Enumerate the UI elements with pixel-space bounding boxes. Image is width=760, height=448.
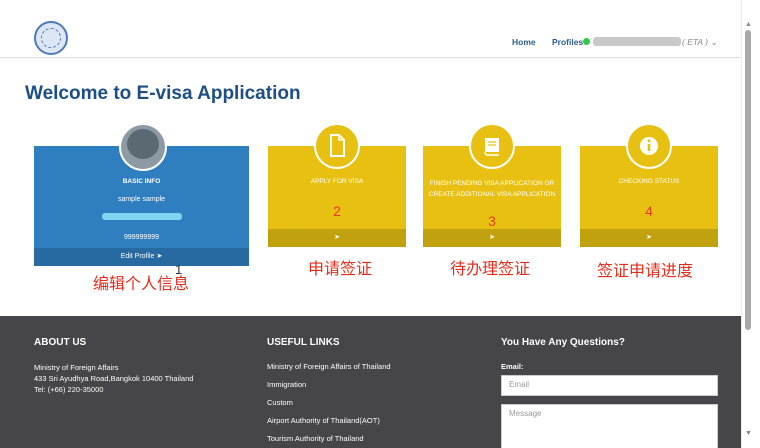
arrow-right-circle-icon: ➤ — [156, 253, 163, 260]
ministry-logo[interactable] — [34, 21, 68, 55]
tree-photo — [127, 129, 159, 159]
arrow-right-circle-icon: ➤ — [489, 234, 495, 241]
seal-icon — [41, 28, 61, 48]
profile-phone: 999999999 — [123, 234, 160, 241]
page-title: Welcome to E-visa Application — [25, 83, 301, 104]
chevron-down-icon[interactable]: ⌄ — [710, 37, 717, 47]
checking-status-circle[interactable] — [626, 123, 672, 169]
footer-link[interactable]: Immigration — [267, 380, 306, 389]
apply-visa-circle[interactable] — [314, 123, 360, 169]
online-status-icon — [583, 38, 590, 45]
annotation-pending-visa: 待办理签证 — [450, 261, 531, 278]
about-line: 433 Sri Ayudhya Road,Bangkok 10400 Thail… — [34, 374, 194, 383]
pending-visa-title: FINISH PENDING VISA APPLICATION OR CREAT… — [428, 180, 556, 198]
nav-home-link[interactable]: Home — [512, 37, 536, 47]
redacted-username[interactable] — [593, 37, 681, 46]
card-number-2: 2 — [333, 203, 341, 219]
useful-links-heading: USEFUL LINKS — [267, 337, 340, 348]
email-label: Email: — [501, 362, 524, 371]
about-us-heading: ABOUT US — [34, 337, 87, 348]
document-icon — [330, 134, 345, 157]
questions-heading: You Have Any Questions? — [501, 337, 625, 348]
scroll-thumb[interactable] — [745, 30, 751, 330]
arrow-right-circle-icon: ➤ — [334, 234, 340, 241]
apply-visa-title: APPLY FOR VISA — [310, 178, 364, 185]
annotation-checking-status: 签证申请进度 — [597, 263, 694, 280]
basic-info-title: BASIC INFO — [122, 178, 161, 185]
arrow-right-circle-icon: ➤ — [646, 234, 652, 241]
annotation-apply-visa: 申请签证 — [308, 261, 373, 278]
scroll-up-icon[interactable]: ▲ — [745, 21, 752, 28]
card-number-4: 4 — [645, 203, 653, 219]
about-line: Ministry of Foreign Affairs — [34, 363, 119, 372]
card-number-3: 3 — [488, 213, 496, 229]
info-icon — [640, 137, 658, 155]
pending-visa-footer[interactable]: ➤ — [423, 229, 561, 247]
page: Home Profiles ( ETA ) ⌄ Welcome to E-vis… — [0, 0, 741, 448]
edit-profile-link[interactable]: Edit Profile ➤ — [34, 248, 249, 266]
top-navbar: Home Profiles ( ETA ) ⌄ — [0, 0, 741, 58]
footer-link[interactable]: Airport Authority of Thailand(AOT) — [267, 416, 380, 425]
checking-status-title: CHECKING STATUS — [618, 178, 680, 185]
apply-visa-footer[interactable]: ➤ — [268, 229, 406, 247]
about-line: Tel: (+66) 220-35000 — [34, 385, 104, 394]
scroll-down-icon[interactable]: ▼ — [745, 430, 752, 437]
pending-visa-circle[interactable] — [469, 123, 515, 169]
footer-link[interactable]: Custom — [267, 398, 293, 407]
annotation-edit-profile: 编辑个人信息 — [93, 276, 190, 293]
redacted-email — [102, 213, 182, 220]
email-input[interactable]: Email — [501, 375, 718, 396]
profile-name: sample sample — [117, 196, 166, 203]
book-icon — [484, 138, 499, 156]
about-us-text: Ministry of Foreign Affairs 433 Sri Ayud… — [34, 362, 193, 395]
user-role-label[interactable]: ( ETA ) ⌄ — [682, 37, 717, 48]
nav-profiles-link[interactable]: Profiles — [552, 37, 583, 47]
vertical-scrollbar[interactable]: ▲ ▼ — [741, 0, 760, 448]
footer-link[interactable]: Tourism Authority of Thailand — [267, 434, 364, 443]
checking-status-footer[interactable]: ➤ — [580, 229, 718, 247]
message-textarea[interactable]: Message — [501, 404, 718, 448]
site-footer: ABOUT US Ministry of Foreign Affairs 433… — [0, 316, 741, 448]
footer-link[interactable]: Ministry of Foreign Affairs of Thailand — [267, 362, 391, 371]
avatar[interactable] — [119, 123, 167, 171]
